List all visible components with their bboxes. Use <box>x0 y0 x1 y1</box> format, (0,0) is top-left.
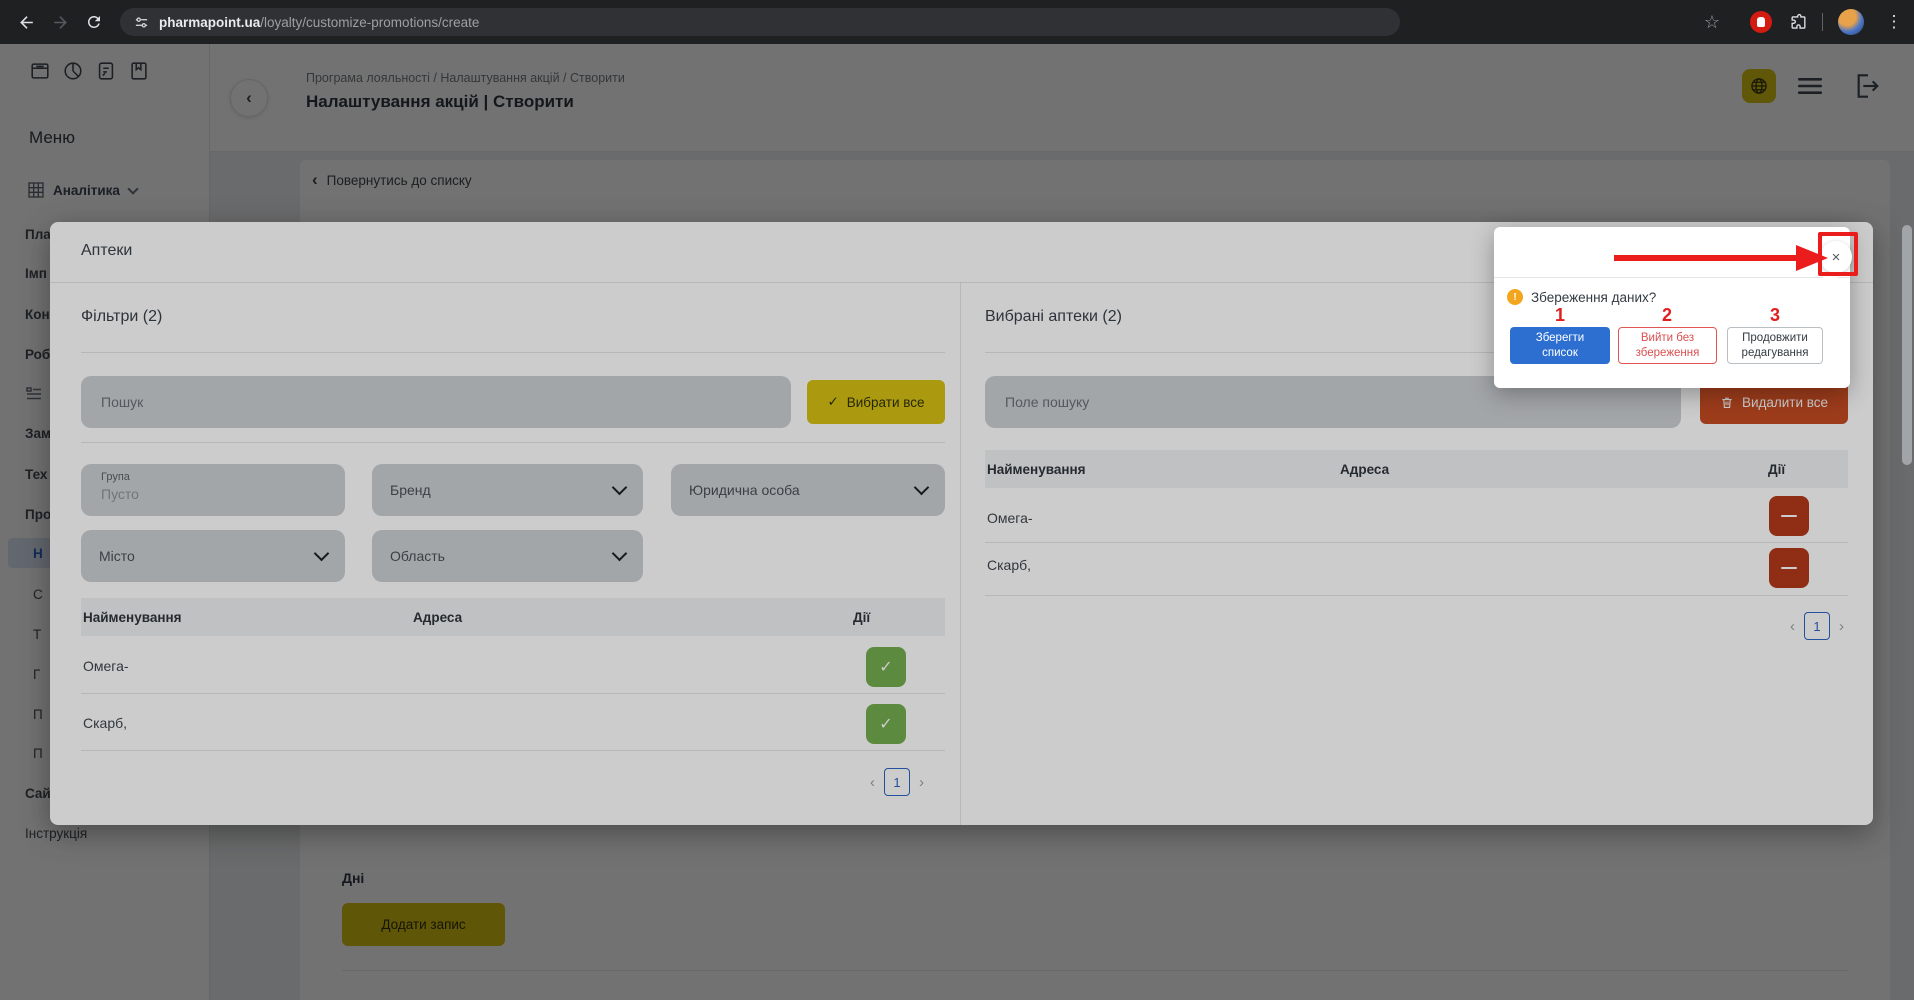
popup-question: Збереження даних? <box>1531 290 1656 305</box>
save-list-popup-button[interactable]: Зберегти список <box>1510 327 1610 364</box>
browser-menu-button[interactable]: ⋮ <box>1882 10 1906 34</box>
address-bar[interactable]: pharmapoint.ua/loyalty/customize-promoti… <box>120 8 1400 36</box>
toolbar-divider <box>1822 13 1823 31</box>
annotation-number-3: 3 <box>1770 305 1780 326</box>
puzzle-icon <box>1789 13 1808 32</box>
annotation-number-1: 1 <box>1555 305 1565 326</box>
button-line2: збереження <box>1636 347 1700 359</box>
hand-glyph <box>1757 17 1765 27</box>
browser-reload-button[interactable] <box>82 10 106 34</box>
kebab-icon: ⋮ <box>1886 12 1903 32</box>
adblock-extension-icon[interactable] <box>1750 11 1772 33</box>
annotation-arrow <box>1600 240 1832 276</box>
button-line1: Продовжити <box>1742 332 1808 344</box>
browser-toolbar: pharmapoint.ua/loyalty/customize-promoti… <box>0 0 1914 44</box>
url-path: /loyalty/customize-promotions/create <box>260 15 479 30</box>
bookmark-star-button[interactable]: ☆ <box>1700 10 1724 34</box>
browser-forward-button[interactable] <box>48 10 72 34</box>
button-line1: Вийти без <box>1641 332 1694 344</box>
screenshot-root: pharmapoint.ua/loyalty/customize-promoti… <box>0 0 1914 1000</box>
arrow-right-icon <box>51 13 70 32</box>
popup-divider <box>1494 277 1850 278</box>
button-line2: список <box>1542 347 1578 359</box>
continue-editing-button[interactable]: Продовжити редагування <box>1727 327 1823 364</box>
button-line2: редагування <box>1742 347 1809 359</box>
reload-icon <box>85 13 103 31</box>
browser-back-button[interactable] <box>14 10 38 34</box>
scrollbar-thumb[interactable] <box>1902 225 1912 465</box>
arrow-left-icon <box>17 13 36 32</box>
star-icon: ☆ <box>1704 13 1720 31</box>
extensions-button[interactable] <box>1786 10 1810 34</box>
warning-icon: ! <box>1507 289 1523 305</box>
button-line1: Зберегти <box>1536 332 1584 344</box>
annotation-highlight-box <box>1818 232 1858 276</box>
warning-glyph: ! <box>1513 292 1516 303</box>
exit-without-saving-button[interactable]: Вийти без збереження <box>1618 327 1717 364</box>
url-host: pharmapoint.ua <box>159 15 260 30</box>
site-settings-icon[interactable] <box>134 15 149 30</box>
annotation-number-2: 2 <box>1662 305 1672 326</box>
profile-avatar[interactable] <box>1838 9 1864 35</box>
popup-backdrop[interactable] <box>0 44 1914 1000</box>
